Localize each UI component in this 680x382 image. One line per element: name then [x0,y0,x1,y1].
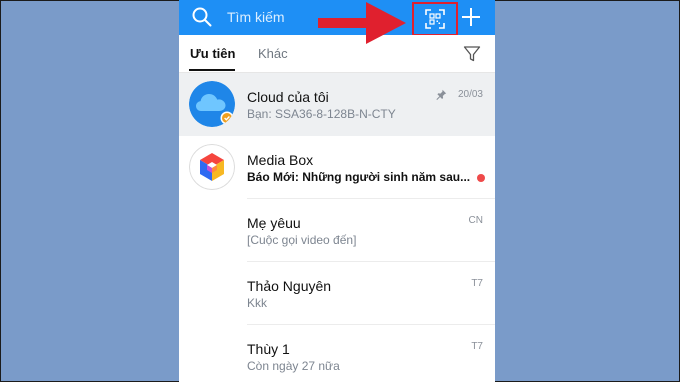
chat-preview: Báo Mới: Những người sinh năm sau... [247,170,471,184]
cloud-avatar [189,81,235,127]
chat-time: CN [468,215,483,226]
chat-item-me-yeuu[interactable]: Mẹ yêuu [Cuộc gọi video đến] CN [179,199,495,262]
qr-scan-button[interactable] [412,2,458,36]
chat-item-media-box[interactable]: Media Box Báo Mới: Những người sinh năm … [179,136,495,199]
chat-name: Mẹ yêuu [247,215,301,231]
chat-item-thuy-1[interactable]: Thùy 1 Còn ngày 27 nữa T7 [179,325,495,382]
chat-list: Cloud của tôi Bạn: SSA36-8-128B-N-CTY 20… [179,73,495,382]
chat-time: 20/03 [457,89,483,100]
chat-name: Thùy 1 [247,341,290,357]
chat-preview: [Cuộc gọi video đến] [247,233,357,247]
filter-icon[interactable] [463,45,481,63]
chat-item-thao-nguyen[interactable]: Thảo Nguyên Kkk T7 [179,262,495,325]
chat-preview: Còn ngày 27 nữa [247,359,340,373]
pin-icon [436,89,447,100]
chat-preview: Bạn: SSA36-8-128B-N-CTY [247,107,396,121]
search-icon[interactable] [192,7,212,27]
qr-scan-icon [425,9,445,29]
add-button[interactable] [460,6,482,28]
active-tab-indicator [189,69,235,71]
chat-name: Cloud của tôi [247,89,329,105]
chat-name: Thảo Nguyên [247,278,332,294]
chat-name: Media Box [247,152,314,168]
red-arrow-annotation [318,2,406,44]
chat-item-cloud[interactable]: Cloud của tôi Bạn: SSA36-8-128B-N-CTY 20… [179,73,495,136]
tab-priority[interactable]: Ưu tiên [190,46,235,61]
chat-time: T7 [471,278,483,289]
chat-preview: Kkk [247,296,268,310]
tab-other[interactable]: Khác [258,46,288,61]
search-input[interactable]: Tìm kiếm [227,9,285,25]
media-box-avatar [189,144,235,190]
unread-dot [477,174,485,182]
phone-screen: Tìm kiếm Ưu tiên Khác Cloud của tôi Bạn:… [179,0,495,382]
chat-time: T7 [471,341,483,352]
